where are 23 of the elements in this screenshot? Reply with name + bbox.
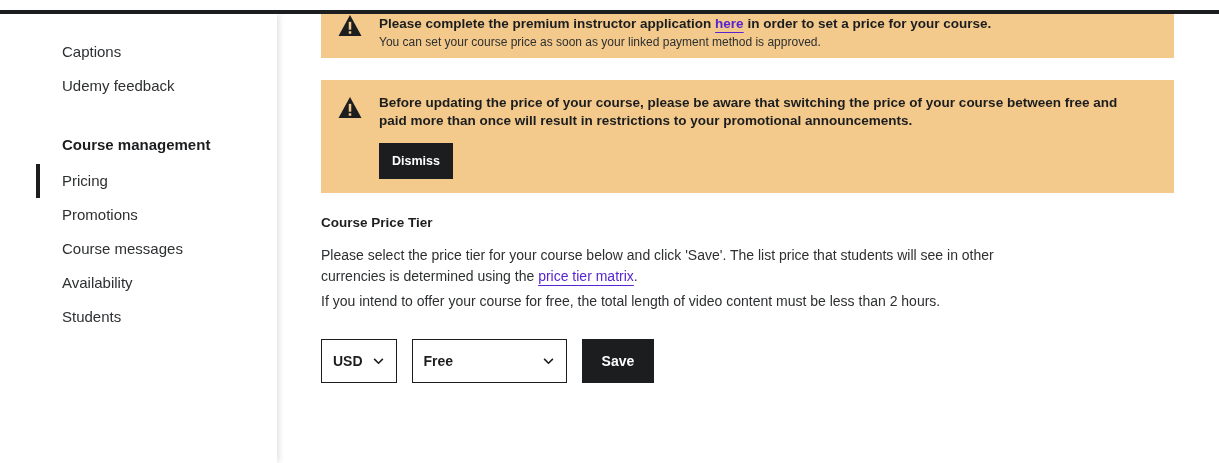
warning-note: You can set your course price as soon as your linked payment method is approved. xyxy=(379,35,822,49)
description-text: Please select the price tier for your course below and click 'Save'. The list price that students will see in other currencies is determined using the price tier matrix. xyxy=(321,246,995,286)
section-title: Course Price Tier xyxy=(321,215,434,230)
save-button[interactable]: Save xyxy=(581,339,655,383)
dismiss-button[interactable]: Dismiss xyxy=(379,143,453,179)
price-tier-dropdown[interactable]: Free xyxy=(411,339,567,383)
sidebar-heading: Course management xyxy=(61,135,212,155)
sidebar-item[interactable]: Captions xyxy=(36,35,277,69)
warning-text: Before updating the price of your course, please be aware that switching the price of your course between free and paid more than once will result in restrictions to your promotional announcements. xyxy=(379,94,1119,130)
warning-text: Please complete the premium instructor application here in order to set a price for your course. xyxy=(379,15,992,33)
sidebar-item[interactable]: Pricing xyxy=(36,164,277,198)
caret-icon xyxy=(372,357,384,365)
sidebar-item[interactable]: Promotions xyxy=(36,198,277,232)
currency-dropdown[interactable]: USD xyxy=(321,339,397,383)
warning-icon xyxy=(337,96,363,119)
sidebar-item[interactable]: Course messages xyxy=(36,232,277,266)
price-tier-matrix-link[interactable]: price tier matrix xyxy=(538,268,634,284)
sidebar-item[interactable]: Students xyxy=(36,300,277,334)
here-link[interactable]: here xyxy=(715,16,744,31)
sidebar-item[interactable]: Udemy feedback xyxy=(36,69,277,103)
caret-icon xyxy=(542,357,554,365)
sidebar-item[interactable]: Availability xyxy=(36,266,277,300)
free-course-note: If you intend to offer your course for free, the total length of video content must be less than 2 hours. xyxy=(321,293,942,309)
